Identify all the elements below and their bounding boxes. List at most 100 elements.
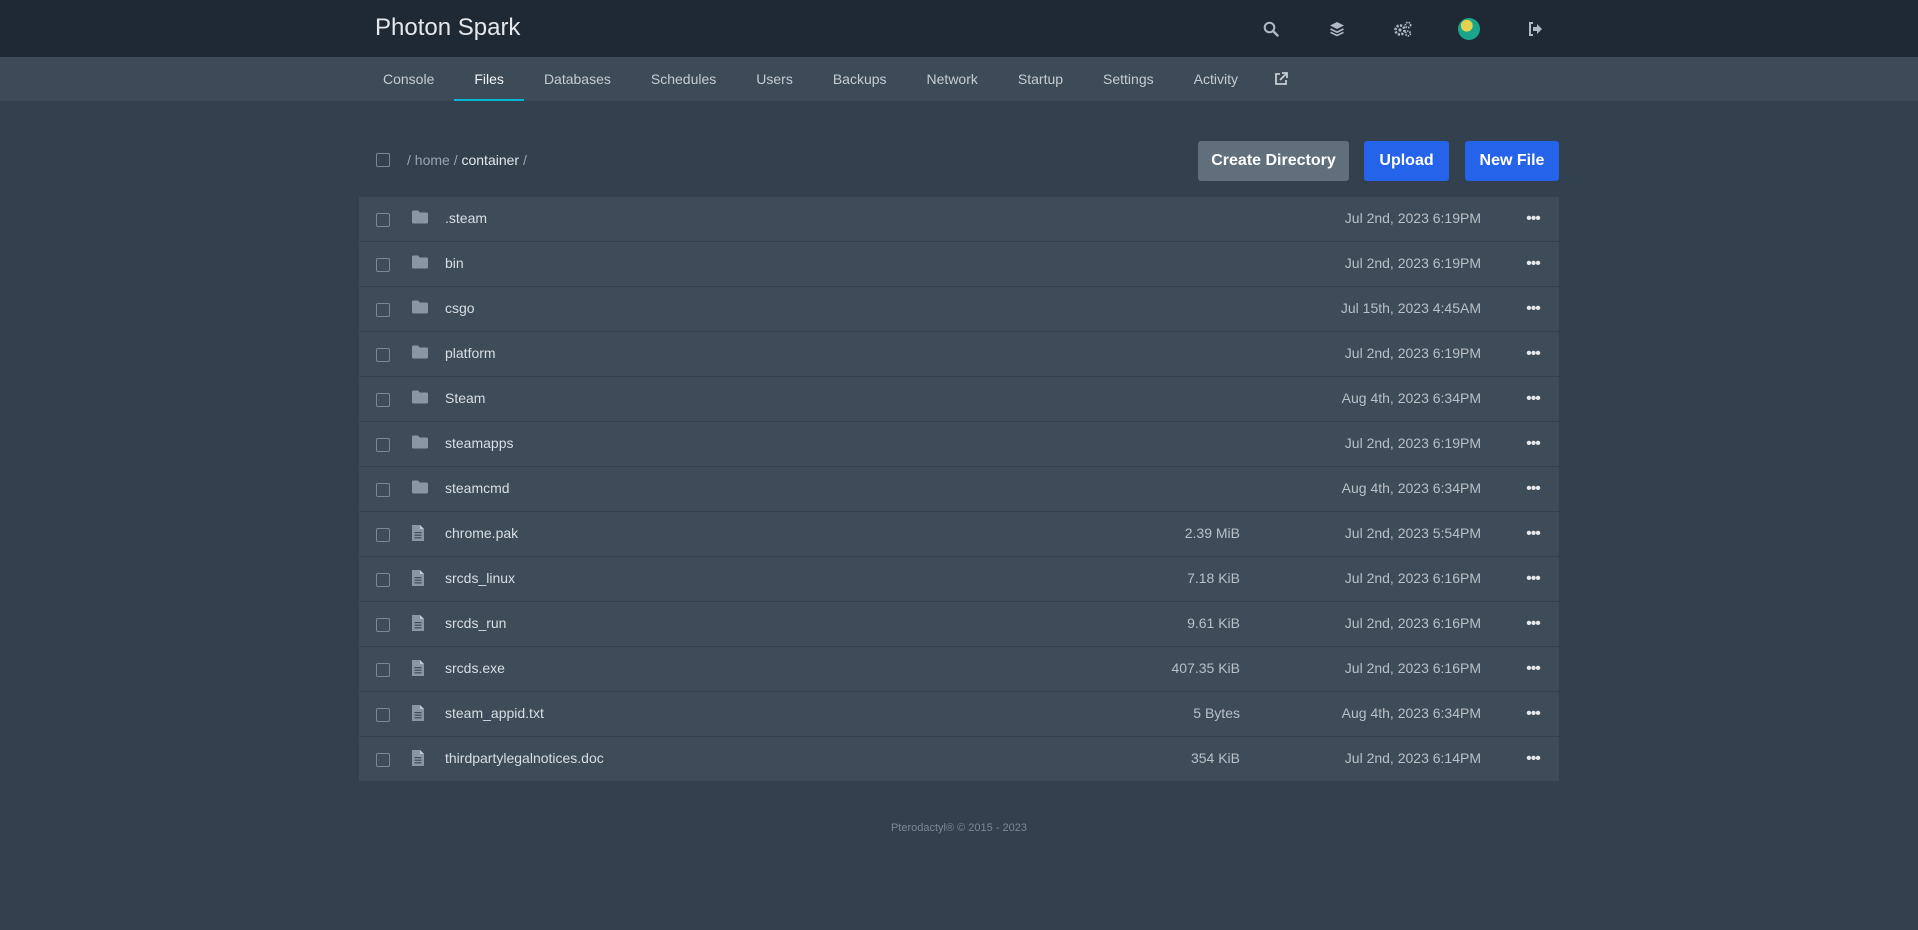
- file-row-checkbox[interactable]: [376, 618, 390, 632]
- layers-icon[interactable]: [1304, 0, 1370, 57]
- file-row-menu-button[interactable]: •••: [1519, 745, 1547, 773]
- file-row-menu-button[interactable]: •••: [1519, 340, 1547, 368]
- file-row[interactable]: csgo Jul 15th, 2023 4:45AM •••: [359, 287, 1559, 331]
- file-name[interactable]: chrome.pak: [445, 525, 518, 541]
- file-row[interactable]: srcds_linux 7.18 KiB Jul 2nd, 2023 6:16PM •…: [359, 557, 1559, 601]
- file-row-menu-button[interactable]: •••: [1519, 565, 1547, 593]
- file-name[interactable]: srcds_linux: [445, 570, 515, 586]
- file-row-menu-button[interactable]: •••: [1519, 385, 1547, 413]
- file-modified-date: Jul 2nd, 2023 6:14PM: [1344, 750, 1481, 766]
- file-row-menu-button[interactable]: •••: [1519, 520, 1547, 548]
- file-name[interactable]: platform: [445, 345, 496, 361]
- file-icon: [411, 704, 425, 725]
- file-size: 5 Bytes: [1193, 705, 1240, 721]
- new-file-button[interactable]: New File: [1465, 141, 1559, 181]
- file-name[interactable]: srcds_run: [445, 615, 506, 631]
- tab-console[interactable]: Console: [363, 57, 454, 101]
- file-name[interactable]: srcds.exe: [445, 660, 505, 676]
- file-row[interactable]: srcds_run 9.61 KiB Jul 2nd, 2023 6:16PM •••: [359, 602, 1559, 646]
- tab-databases[interactable]: Databases: [524, 57, 631, 101]
- file-modified-date: Jul 2nd, 2023 6:19PM: [1344, 210, 1481, 226]
- file-modified-date: Jul 15th, 2023 4:45AM: [1340, 300, 1481, 316]
- file-row[interactable]: srcds.exe 407.35 KiB Jul 2nd, 2023 6:16PM •…: [359, 647, 1559, 691]
- app-title[interactable]: Photon Spark: [375, 14, 520, 42]
- folder-icon: [411, 254, 429, 273]
- file-row[interactable]: .steam Jul 2nd, 2023 6:19PM •••: [359, 197, 1559, 241]
- breadcrumb-separator: /: [522, 152, 527, 168]
- external-link-icon[interactable]: [1258, 57, 1304, 101]
- tab-settings[interactable]: Settings: [1083, 57, 1174, 101]
- file-modified-date: Jul 2nd, 2023 6:16PM: [1344, 570, 1481, 586]
- file-name[interactable]: Steam: [445, 390, 485, 406]
- file-row-checkbox[interactable]: [376, 573, 390, 587]
- avatar[interactable]: [1436, 0, 1502, 57]
- tab-schedules[interactable]: Schedules: [631, 57, 736, 101]
- file-row[interactable]: Steam Aug 4th, 2023 6:34PM •••: [359, 377, 1559, 421]
- folder-icon: [411, 299, 429, 318]
- file-row[interactable]: thirdpartylegalnotices.doc 354 KiB Jul 2nd…: [359, 737, 1559, 781]
- file-modified-date: Aug 4th, 2023 6:34PM: [1341, 705, 1481, 721]
- file-row-menu-button[interactable]: •••: [1519, 655, 1547, 683]
- search-icon[interactable]: [1238, 0, 1304, 57]
- file-row-menu-button[interactable]: •••: [1519, 610, 1547, 638]
- file-icon: [411, 749, 425, 770]
- file-row-menu-button[interactable]: •••: [1519, 205, 1547, 233]
- file-row[interactable]: steamapps Jul 2nd, 2023 6:19PM •••: [359, 422, 1559, 466]
- file-row-checkbox[interactable]: [376, 663, 390, 677]
- tab-backups[interactable]: Backups: [813, 57, 907, 101]
- file-row-checkbox[interactable]: [376, 438, 390, 452]
- file-size: 2.39 MiB: [1184, 525, 1240, 541]
- file-name[interactable]: .steam: [445, 210, 487, 226]
- file-name[interactable]: steamcmd: [445, 480, 510, 496]
- file-modified-date: Jul 2nd, 2023 6:19PM: [1344, 345, 1481, 361]
- tab-files[interactable]: Files: [454, 57, 524, 101]
- file-manager-header: / home / container / Create Directory Up…: [359, 140, 1559, 182]
- folder-icon: [411, 479, 429, 498]
- file-row-checkbox[interactable]: [376, 528, 390, 542]
- select-all-checkbox[interactable]: [376, 153, 390, 167]
- file-row-menu-button[interactable]: •••: [1519, 430, 1547, 458]
- breadcrumb-separator: /: [407, 152, 411, 168]
- file-row-checkbox[interactable]: [376, 753, 390, 767]
- upload-button[interactable]: Upload: [1364, 141, 1449, 181]
- tab-startup[interactable]: Startup: [998, 57, 1083, 101]
- file-name[interactable]: steam_appid.txt: [445, 705, 544, 721]
- file-row[interactable]: steam_appid.txt 5 Bytes Aug 4th, 2023 6:34…: [359, 692, 1559, 736]
- tab-activity[interactable]: Activity: [1174, 57, 1258, 101]
- folder-icon: [411, 434, 429, 453]
- file-row-menu-button[interactable]: •••: [1519, 295, 1547, 323]
- file-row-checkbox[interactable]: [376, 483, 390, 497]
- breadcrumb-container[interactable]: container: [461, 152, 519, 168]
- cogs-icon[interactable]: [1370, 0, 1436, 57]
- file-icon: [411, 524, 425, 545]
- file-modified-date: Jul 2nd, 2023 6:19PM: [1344, 435, 1481, 451]
- create-directory-button[interactable]: Create Directory: [1198, 141, 1349, 181]
- file-row-menu-button[interactable]: •••: [1519, 700, 1547, 728]
- file-row[interactable]: platform Jul 2nd, 2023 6:19PM •••: [359, 332, 1559, 376]
- file-row-menu-button[interactable]: •••: [1519, 250, 1547, 278]
- file-row-checkbox[interactable]: [376, 258, 390, 272]
- tab-users[interactable]: Users: [736, 57, 813, 101]
- file-row-menu-button[interactable]: •••: [1519, 475, 1547, 503]
- file-row[interactable]: chrome.pak 2.39 MiB Jul 2nd, 2023 5:54PM ••…: [359, 512, 1559, 556]
- file-row[interactable]: bin Jul 2nd, 2023 6:19PM •••: [359, 242, 1559, 286]
- file-modified-date: Aug 4th, 2023 6:34PM: [1341, 480, 1481, 496]
- breadcrumb-home[interactable]: home: [415, 152, 450, 168]
- file-row-checkbox[interactable]: [376, 393, 390, 407]
- file-row-checkbox[interactable]: [376, 348, 390, 362]
- file-name[interactable]: thirdpartylegalnotices.doc: [445, 750, 604, 766]
- file-row-checkbox[interactable]: [376, 708, 390, 722]
- file-icon: [411, 614, 425, 635]
- file-modified-date: Jul 2nd, 2023 6:19PM: [1344, 255, 1481, 271]
- file-row-checkbox[interactable]: [376, 303, 390, 317]
- sub-navigation: Console Files Databases Schedules Users …: [0, 57, 1918, 101]
- file-name[interactable]: steamapps: [445, 435, 513, 451]
- file-name[interactable]: csgo: [445, 300, 475, 316]
- file-name[interactable]: bin: [445, 255, 464, 271]
- sign-out-icon[interactable]: [1502, 0, 1568, 57]
- file-row-checkbox[interactable]: [376, 213, 390, 227]
- folder-icon: [411, 389, 429, 408]
- breadcrumb: / home / container /: [407, 152, 527, 168]
- tab-network[interactable]: Network: [907, 57, 998, 101]
- file-row[interactable]: steamcmd Aug 4th, 2023 6:34PM •••: [359, 467, 1559, 511]
